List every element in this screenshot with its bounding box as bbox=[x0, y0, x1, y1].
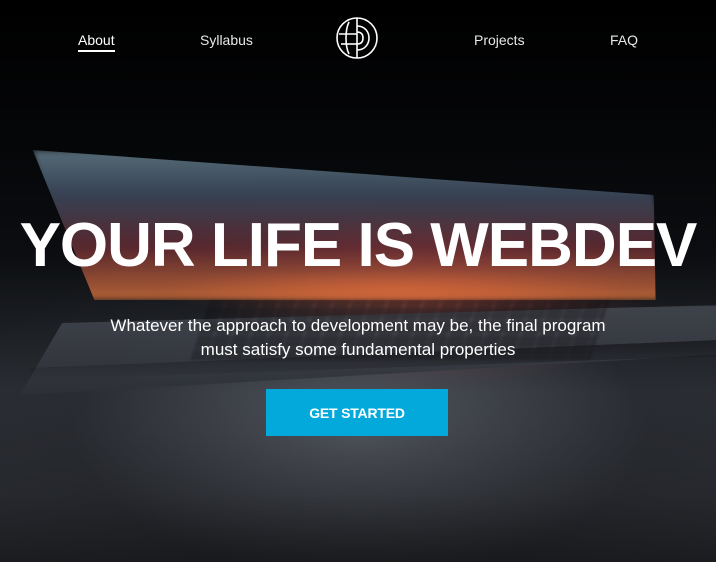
nav-item-about[interactable]: About bbox=[78, 32, 115, 52]
globe-logo-icon[interactable] bbox=[335, 16, 379, 60]
hero-section: About Syllabus Projects FAQ YOUR LIFE IS… bbox=[0, 0, 716, 562]
nav-item-faq[interactable]: FAQ bbox=[610, 32, 638, 48]
nav-item-syllabus[interactable]: Syllabus bbox=[200, 32, 253, 48]
main-nav: About Syllabus Projects FAQ bbox=[0, 0, 716, 80]
nav-item-projects[interactable]: Projects bbox=[474, 32, 525, 48]
hero-subheadline: Whatever the approach to development may… bbox=[110, 316, 606, 359]
hero-headline: YOUR LIFE IS WEBDEV bbox=[19, 211, 698, 280]
get-started-button[interactable]: GET STARTED bbox=[266, 389, 448, 436]
